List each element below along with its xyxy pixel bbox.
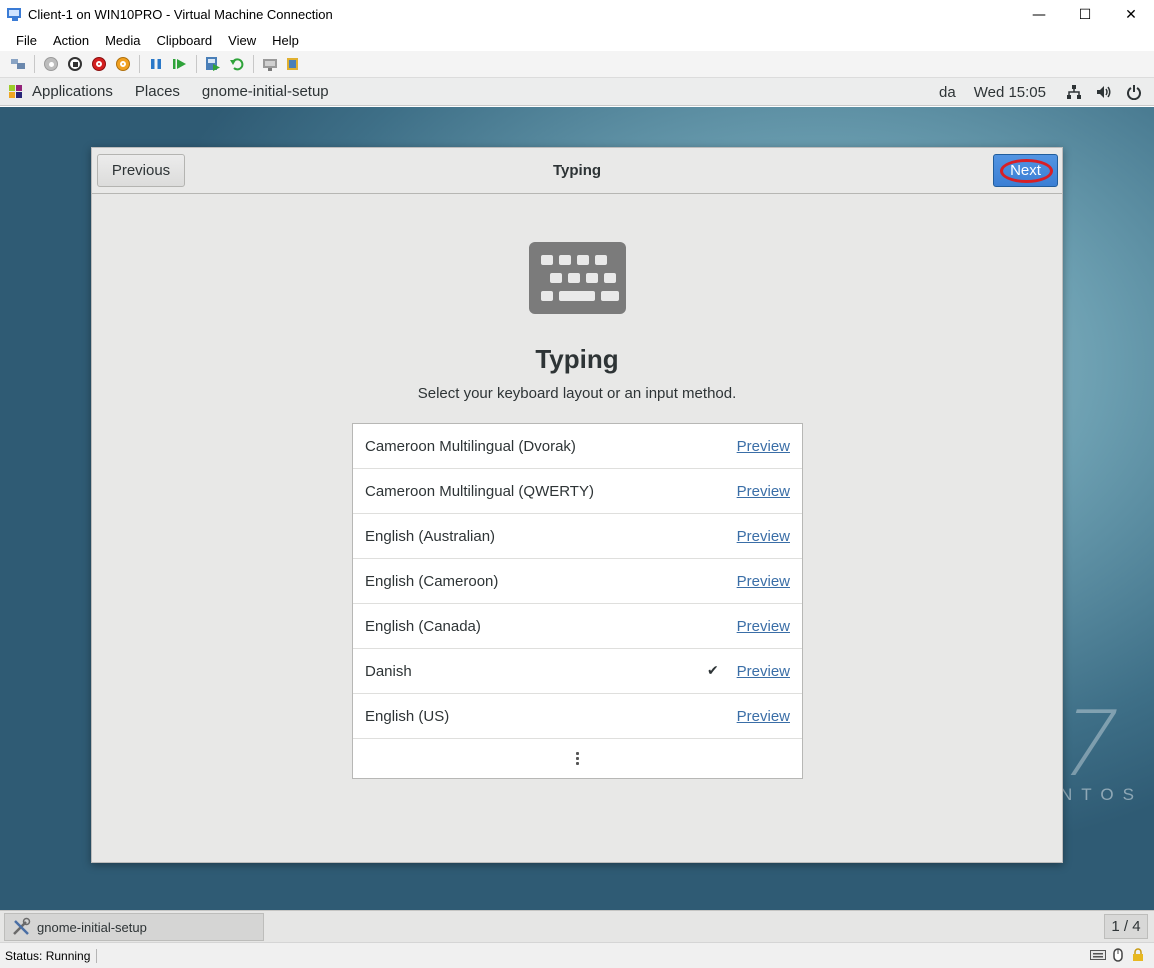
applications-menu[interactable]: Applications <box>32 83 113 100</box>
mouse-status-icon <box>1110 948 1126 962</box>
window-titlebar: Client-1 on WIN10PRO - Virtual Machine C… <box>0 0 1154 29</box>
layout-name: English (Australian) <box>365 527 496 545</box>
next-button[interactable]: Next <box>993 154 1058 187</box>
app-menu[interactable]: gnome-initial-setup <box>202 83 329 100</box>
layout-row[interactable]: English (US) Preview <box>353 694 802 739</box>
toolbar-separator <box>196 55 197 73</box>
centos-logo-icon <box>9 84 23 99</box>
clock[interactable]: Wed 15:05 <box>974 84 1046 101</box>
status-bar: Status: Running <box>0 942 1154 968</box>
window-list-bar: gnome-initial-setup 1 / 4 <box>0 910 1154 942</box>
preview-link[interactable]: Preview <box>737 708 790 725</box>
preview-link[interactable]: Preview <box>737 573 790 590</box>
toolbar-separator <box>139 55 140 73</box>
shut-down-icon[interactable] <box>90 55 108 73</box>
keyboard-layout-list: Cameroon Multilingual (Dvorak) Preview C… <box>352 423 803 779</box>
save-state-icon[interactable] <box>114 55 132 73</box>
preview-link[interactable]: Preview <box>737 528 790 545</box>
layout-name: English (Cameroon) <box>365 572 499 590</box>
tools-icon <box>11 917 31 937</box>
gnome-top-bar: Applications Places gnome-initial-setup … <box>0 78 1154 106</box>
page-subheading: Select your keyboard layout or an input … <box>417 385 737 402</box>
layout-name: English (US) <box>365 707 450 725</box>
layout-row[interactable]: English (Australian) Preview <box>353 514 802 559</box>
preview-link[interactable]: Preview <box>737 483 790 500</box>
revert-icon[interactable] <box>228 55 246 73</box>
menu-file[interactable]: File <box>8 33 45 48</box>
layout-row[interactable]: Cameroon Multilingual (Dvorak) Preview <box>353 424 802 469</box>
taskbar-item-label: gnome-initial-setup <box>37 919 147 935</box>
vm-connection-icon <box>7 7 23 22</box>
pause-icon[interactable] <box>147 55 165 73</box>
network-icon[interactable] <box>1066 84 1082 100</box>
menu-help[interactable]: Help <box>264 33 307 48</box>
layout-row-selected[interactable]: Danish ✔ Preview <box>353 649 802 694</box>
keyboard-status-icon <box>1090 948 1106 962</box>
centos-watermark-text: NTOS <box>1060 785 1143 804</box>
next-button-label: Next <box>1010 162 1041 179</box>
more-options-icon <box>576 751 579 766</box>
power-icon[interactable] <box>1126 84 1142 100</box>
share-icon[interactable] <box>285 55 303 73</box>
dialog-title: Typing <box>552 162 602 179</box>
volume-icon[interactable] <box>1096 84 1112 100</box>
taskbar-item[interactable]: gnome-initial-setup <box>4 913 264 941</box>
resume-icon[interactable] <box>171 55 189 73</box>
window-title: Client-1 on WIN10PRO - Virtual Machine C… <box>28 7 333 22</box>
more-layouts-button[interactable] <box>353 739 802 778</box>
previous-button[interactable]: Previous <box>97 154 185 187</box>
preview-link[interactable]: Preview <box>737 663 790 680</box>
enhanced-session-icon[interactable] <box>261 55 279 73</box>
start-icon[interactable] <box>42 55 60 73</box>
dialog-header: Typing Previous Next <box>92 148 1062 194</box>
lock-icon <box>1130 948 1146 962</box>
ctrl-alt-del-icon[interactable] <box>9 55 27 73</box>
layout-row[interactable]: English (Canada) Preview <box>353 604 802 649</box>
toolbar <box>0 51 1154 78</box>
page-heading: Typing <box>535 344 619 374</box>
menu-view[interactable]: View <box>220 33 264 48</box>
toolbar-separator <box>253 55 254 73</box>
turn-off-icon[interactable] <box>66 55 84 73</box>
keyboard-icon <box>529 242 626 314</box>
preview-link[interactable]: Preview <box>737 618 790 635</box>
preview-link[interactable]: Preview <box>737 438 790 455</box>
initial-setup-dialog: Typing Previous Next Typing Select your … <box>91 147 1063 863</box>
minimize-button[interactable]: — <box>1016 0 1062 29</box>
menu-clipboard[interactable]: Clipboard <box>149 33 221 48</box>
workspace-indicator[interactable]: 1 / 4 <box>1104 914 1148 939</box>
layout-row[interactable]: English (Cameroon) Preview <box>353 559 802 604</box>
layout-name: Danish <box>365 662 412 680</box>
layout-name: English (Canada) <box>365 617 481 635</box>
checkpoint-icon[interactable] <box>204 55 222 73</box>
toolbar-separator <box>34 55 35 73</box>
menubar: File Action Media Clipboard View Help <box>0 29 1154 51</box>
places-menu[interactable]: Places <box>135 83 180 100</box>
layout-row[interactable]: Cameroon Multilingual (QWERTY) Preview <box>353 469 802 514</box>
selected-check-icon: ✔ <box>707 663 719 679</box>
menu-action[interactable]: Action <box>45 33 97 48</box>
maximize-button[interactable]: ☐ <box>1062 0 1108 29</box>
layout-name: Cameroon Multilingual (Dvorak) <box>365 437 576 455</box>
layout-name: Cameroon Multilingual (QWERTY) <box>365 482 594 500</box>
close-button[interactable]: ✕ <box>1108 0 1154 29</box>
vm-status: Status: Running <box>5 948 98 963</box>
keyboard-layout-indicator[interactable]: da <box>939 84 956 101</box>
menu-media[interactable]: Media <box>97 33 148 48</box>
